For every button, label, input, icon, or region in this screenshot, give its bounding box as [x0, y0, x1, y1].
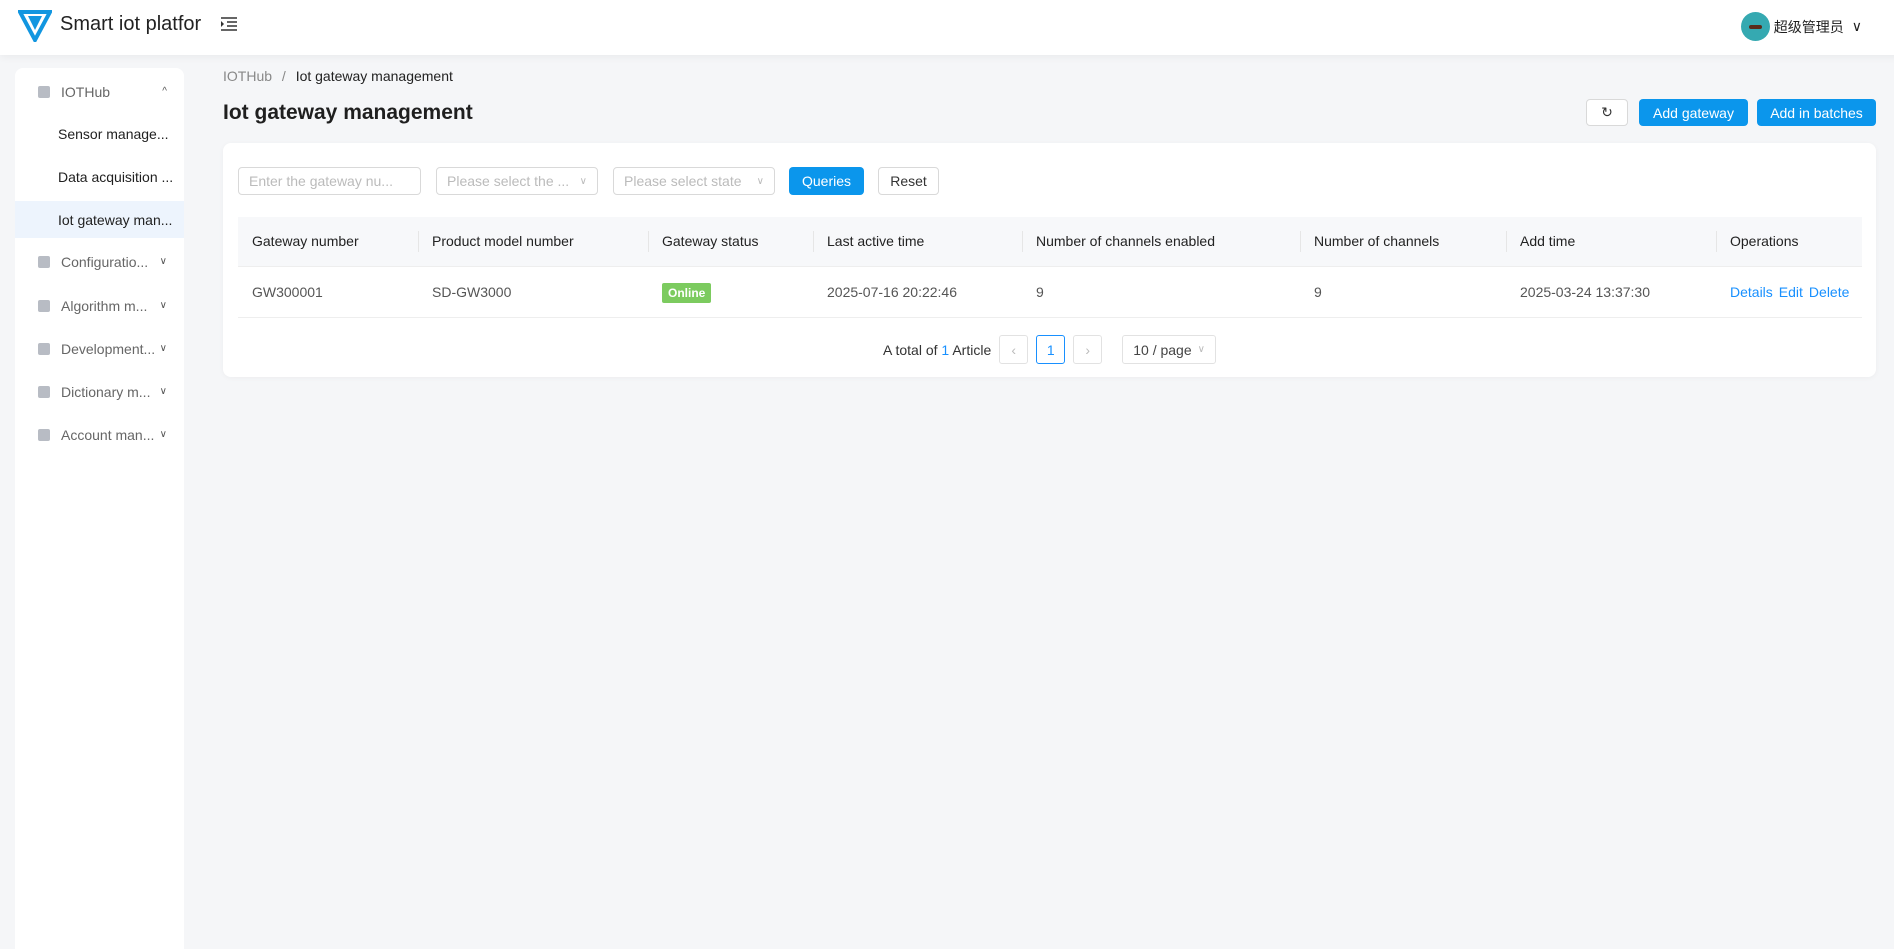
account-icon	[38, 428, 50, 441]
page-1-button[interactable]: 1	[1036, 335, 1066, 364]
add-in-batches-button[interactable]: Add in batches	[1757, 99, 1876, 126]
scrollbar[interactable]	[1894, 0, 1902, 949]
delete-link[interactable]: Delete	[1809, 284, 1849, 300]
column-header: Number of channels enabled	[1022, 217, 1300, 266]
state-select[interactable]: Please select state ∨	[613, 167, 775, 195]
sidebar-item-configuration[interactable]: Configuratio... ∨	[15, 243, 184, 280]
gateway-table: Gateway number Product model number Gate…	[238, 217, 1862, 318]
sidebar: IOTHub ^ Sensor manage... Data acquisitio…	[15, 68, 184, 949]
chevron-down-icon: ∨	[579, 175, 587, 187]
page-title: Iot gateway management	[223, 101, 473, 124]
breadcrumb-parent[interactable]: IOTHub	[223, 68, 272, 84]
breadcrumb-current: Iot gateway management	[295, 68, 453, 84]
gateway-number-input[interactable]: Enter the gateway nu...	[238, 167, 421, 195]
app-title: Smart iot platfor	[60, 13, 202, 35]
avatar	[1740, 12, 1770, 41]
add-time-cell: 2025-03-24 13:37:30	[1506, 265, 1716, 318]
chevron-down-icon: ∨	[159, 343, 167, 354]
column-header: Operations	[1716, 217, 1862, 266]
queries-button[interactable]: Queries	[789, 167, 864, 195]
top-header: Smart iot platfor 超级管理员 ∨	[0, 0, 1902, 55]
sidebar-item-iothub[interactable]: IOTHub ^	[15, 73, 184, 110]
details-link[interactable]: Details	[1730, 284, 1773, 300]
sidebar-item-dictionary[interactable]: Dictionary m... ∨	[15, 373, 184, 410]
last-active-cell: 2025-07-16 20:22:46	[813, 265, 1022, 318]
refresh-button[interactable]: ↻	[1586, 99, 1628, 126]
chevron-down-icon: ∨	[159, 256, 167, 267]
column-header: Product model number	[418, 217, 648, 266]
chevron-down-icon: ∨	[1851, 18, 1862, 34]
chevron-up-icon: ^	[162, 86, 167, 97]
chevron-down-icon: ∨	[756, 175, 764, 187]
sidebar-item-account[interactable]: Account man... ∨	[15, 416, 184, 453]
gateway-card: Enter the gateway nu... Please select th…	[223, 143, 1876, 377]
chevron-down-icon: ∨	[159, 386, 167, 397]
product-model-select[interactable]: Please select the ... ∨	[436, 167, 598, 195]
column-header: Last active time	[813, 217, 1022, 266]
gateway-number-cell: GW300001	[238, 265, 418, 318]
column-header: Gateway number	[238, 217, 418, 266]
sidebar-item-data-acquisition[interactable]: Data acquisition ...	[15, 158, 184, 195]
sidebar-item-algorithm[interactable]: Algorithm m... ∨	[15, 287, 184, 324]
edit-link[interactable]: Edit	[1779, 284, 1803, 300]
user-menu[interactable]: 超级管理员 ∨	[1740, 12, 1862, 41]
table-header-row: Gateway number Product model number Gate…	[238, 217, 1862, 266]
column-header: Number of channels	[1300, 217, 1506, 266]
add-gateway-button[interactable]: Add gateway	[1639, 99, 1748, 126]
config-icon	[38, 255, 50, 268]
logo-icon	[18, 10, 52, 42]
user-name: 超级管理员	[1773, 18, 1844, 35]
next-page-button[interactable]: ›	[1073, 335, 1103, 364]
column-header: Add time	[1506, 217, 1716, 266]
chevron-right-icon: ›	[1085, 341, 1091, 358]
sidebar-item-gateway[interactable]: Iot gateway man...	[15, 201, 184, 238]
sidebar-item-development[interactable]: Development... ∨	[15, 330, 184, 367]
chevron-down-icon: ∨	[1197, 344, 1205, 355]
prev-page-button[interactable]: ‹	[999, 335, 1029, 364]
channels-enabled-cell: 9	[1022, 265, 1300, 318]
chevron-down-icon: ∨	[159, 300, 167, 311]
pagination: A total of 1 Article ‹ 1 › 10 / page ∨	[223, 335, 1876, 364]
table-row: GW300001 SD-GW3000 Online 2025-07-16 20:…	[238, 265, 1862, 318]
breadcrumb: IOTHub / Iot gateway management	[223, 68, 453, 84]
status-badge: Online	[662, 282, 712, 303]
sidebar-item-sensor[interactable]: Sensor manage...	[15, 115, 184, 152]
reset-button[interactable]: Reset	[878, 167, 939, 195]
menu-collapse-icon[interactable]	[220, 16, 238, 32]
dictionary-icon	[38, 385, 50, 398]
page-size-select[interactable]: 10 / page ∨	[1122, 335, 1216, 364]
algorithm-icon	[38, 299, 50, 312]
chevron-down-icon: ∨	[159, 429, 167, 440]
total-count: A total of 1 Article	[883, 341, 992, 358]
channels-cell: 9	[1300, 265, 1506, 318]
chevron-left-icon: ‹	[1011, 341, 1017, 358]
model-cell: SD-GW3000	[418, 265, 648, 318]
development-icon	[38, 342, 50, 355]
grid-icon	[38, 85, 50, 98]
column-header: Gateway status	[648, 217, 813, 266]
